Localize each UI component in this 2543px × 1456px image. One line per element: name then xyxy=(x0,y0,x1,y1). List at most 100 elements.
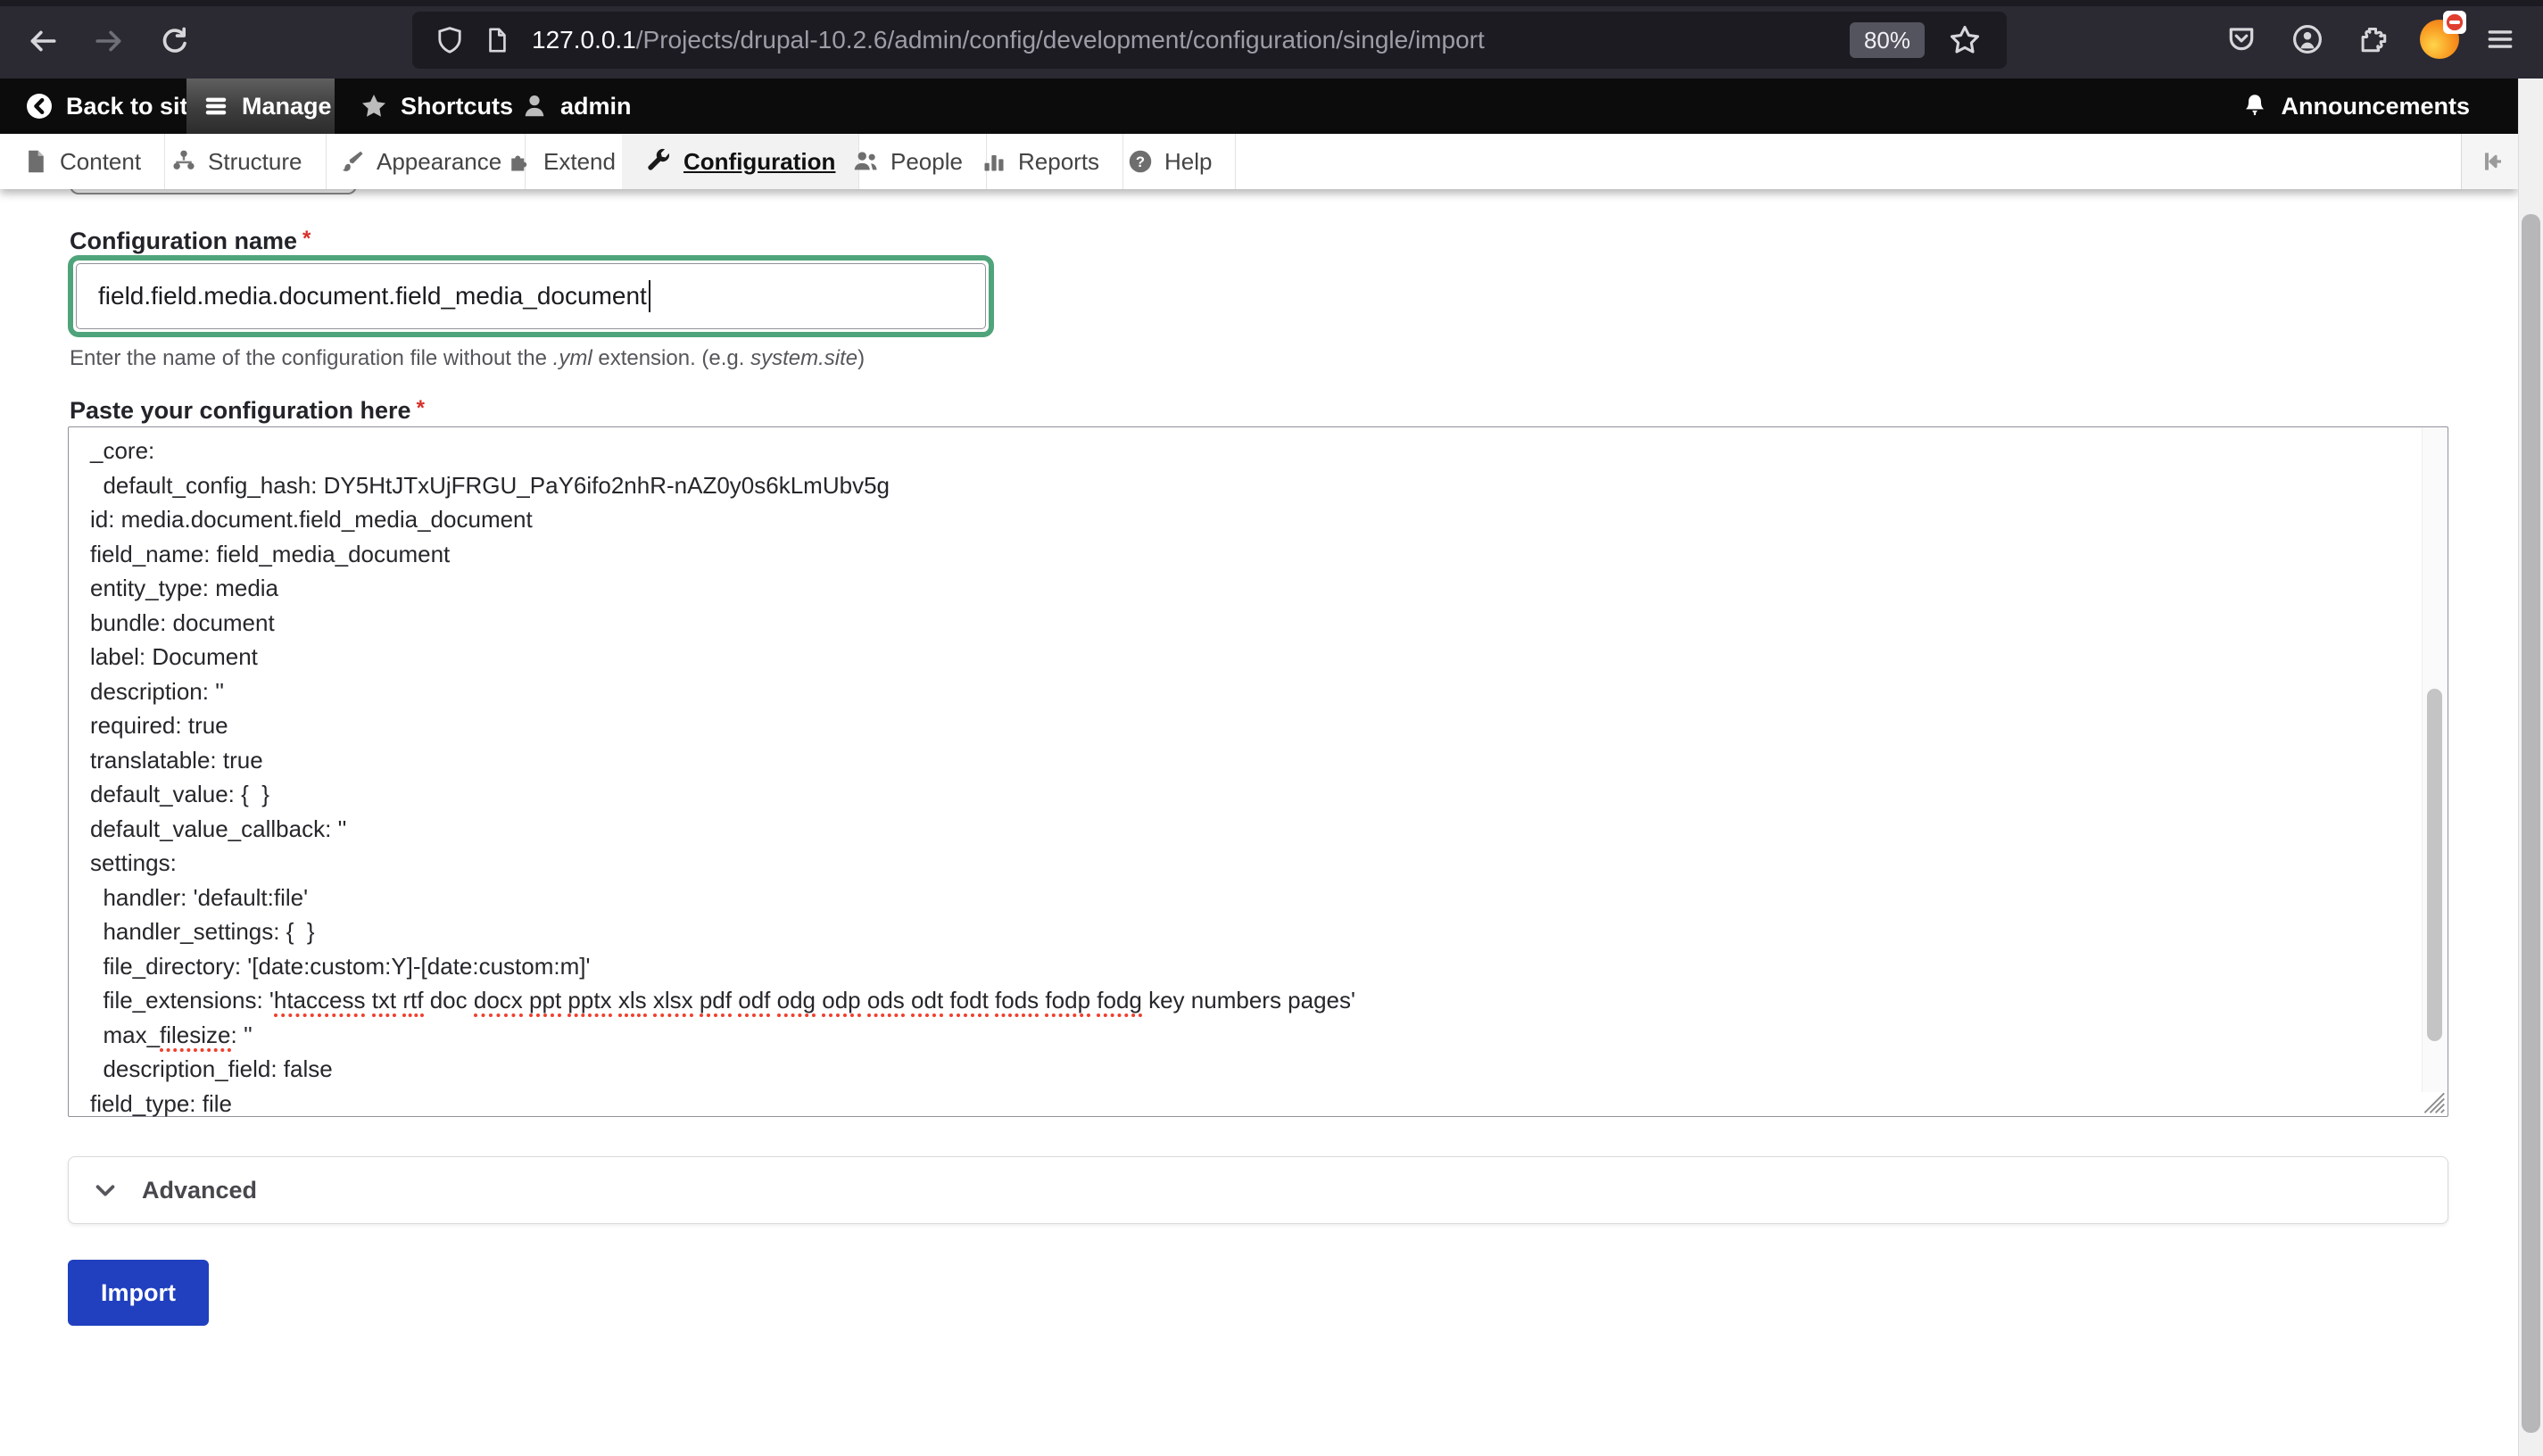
content-file-icon xyxy=(23,149,48,174)
misspelled-word: filesize xyxy=(160,1022,230,1052)
extensions-puzzle-icon[interactable] xyxy=(2347,12,2400,66)
required-asterisk: * xyxy=(302,227,311,251)
yaml-line: handler_settings: { } xyxy=(90,914,1355,949)
menu-item-configuration[interactable]: Configuration xyxy=(622,134,859,189)
menu-label: Structure xyxy=(208,148,302,176)
window-scrollbar-track[interactable] xyxy=(2518,79,2543,1456)
appearance-brush-icon xyxy=(340,149,365,174)
menu-label: Reports xyxy=(1018,148,1099,176)
account-icon[interactable] xyxy=(2281,12,2334,66)
chevron-down-icon xyxy=(92,1177,119,1204)
required-asterisk: * xyxy=(417,396,425,420)
menu-item-content[interactable]: Content xyxy=(0,134,165,189)
bookmark-star-icon[interactable] xyxy=(1948,23,1982,62)
toolbar-item-manage[interactable]: Manage xyxy=(186,79,335,134)
user-icon xyxy=(521,93,548,120)
misspelled-word: odf xyxy=(738,987,770,1017)
menu-item-help[interactable]: ? Help xyxy=(1105,134,1236,189)
yaml-line: label: Document xyxy=(90,640,1355,674)
announcements-label: Announcements xyxy=(2281,93,2470,120)
zoom-level-badge[interactable]: 80% xyxy=(1850,22,1925,58)
yaml-line: file_extensions: 'htaccess txt rtf doc d… xyxy=(90,983,1355,1018)
yaml-line: settings: xyxy=(90,846,1355,881)
window-scrollbar-thumb[interactable] xyxy=(2522,214,2540,1433)
url-text: 127.0.0.1/Projects/drupal-10.2.6/admin/c… xyxy=(532,26,1485,54)
menu-label: Help xyxy=(1164,148,1212,176)
admin-menu-bar: Content Structure Appearance Extend Conf… xyxy=(0,134,2518,189)
configuration-name-input[interactable]: field.field.media.document.field_media_d… xyxy=(68,255,994,337)
structure-icon xyxy=(171,149,196,174)
import-configuration-form: Configuration name* field.field.media.do… xyxy=(0,189,2518,1456)
drupal-admin-toolbar: Back to site Manage Shortcuts admin Anno… xyxy=(0,79,2518,134)
misspelled-word: fodg xyxy=(1097,987,1142,1017)
menu-hamburger-icon[interactable] xyxy=(2473,12,2527,66)
back-to-site-icon xyxy=(25,92,54,120)
misspelled-word: odp xyxy=(822,987,860,1017)
misspelled-word: odg xyxy=(777,987,816,1017)
import-button[interactable]: Import xyxy=(68,1260,209,1326)
toolbar-item-announcements[interactable]: Announcements xyxy=(2225,79,2486,134)
toolbar-collapse-button[interactable] xyxy=(2461,134,2518,189)
menu-item-structure[interactable]: Structure xyxy=(148,134,327,189)
adblock-extension-icon[interactable] xyxy=(2420,20,2459,59)
misspelled-word: docx xyxy=(474,987,523,1017)
yaml-line: _core: xyxy=(90,434,1355,468)
yaml-line: field_type: file xyxy=(90,1087,1355,1121)
menu-item-reports[interactable]: Reports xyxy=(958,134,1123,189)
text-caret xyxy=(649,280,650,312)
yaml-line: file_directory: '[date:custom:Y]-[date:c… xyxy=(90,949,1355,984)
menu-item-extend[interactable]: Extend xyxy=(484,134,640,189)
forward-arrow-icon xyxy=(94,26,124,56)
misspelled-word: pdf xyxy=(700,987,732,1017)
help-icon: ? xyxy=(1128,149,1153,174)
shortcuts-star-icon xyxy=(360,92,388,120)
back-to-site-label: Back to site xyxy=(66,93,202,120)
yaml-line: translatable: true xyxy=(90,743,1355,778)
people-icon xyxy=(852,148,879,175)
back-arrow-icon xyxy=(28,26,58,56)
misspelled-word: txt xyxy=(372,987,396,1017)
configuration-name-description: Enter the name of the configuration file… xyxy=(70,346,865,371)
menu-label: People xyxy=(890,148,963,176)
misspelled-word: xlsx xyxy=(653,987,693,1017)
collapse-left-icon xyxy=(2476,147,2505,176)
bell-icon xyxy=(2241,93,2268,120)
yaml-line: description_field: false xyxy=(90,1052,1355,1087)
configuration-yaml-textarea[interactable]: _core: default_config_hash: DY5HtJTxUjFR… xyxy=(68,426,2448,1117)
extension-disabled-badge xyxy=(2443,11,2466,34)
toolbar-item-shortcuts[interactable]: Shortcuts xyxy=(344,79,529,134)
page-info-icon[interactable] xyxy=(484,27,510,54)
configuration-name-label: Configuration name* xyxy=(70,227,311,255)
yaml-line: handler: 'default:file' xyxy=(90,881,1355,915)
yaml-line: default_value: { } xyxy=(90,777,1355,812)
yaml-line: bundle: document xyxy=(90,606,1355,641)
misspelled-word: fodt xyxy=(949,987,988,1017)
forward-button[interactable] xyxy=(84,16,134,66)
textarea-scrollbar-thumb[interactable] xyxy=(2427,689,2442,1041)
misspelled-word: odt xyxy=(911,987,943,1017)
yaml-line: description: '' xyxy=(90,674,1355,709)
misspelled-word: ods xyxy=(867,987,905,1017)
menu-label: Content xyxy=(60,148,141,176)
back-button[interactable] xyxy=(18,16,68,66)
pocket-icon[interactable] xyxy=(2215,12,2268,66)
textarea-resize-grip[interactable] xyxy=(2421,1089,2446,1114)
reload-button[interactable] xyxy=(150,16,200,66)
yaml-line: required: true xyxy=(90,708,1355,743)
manage-label: Manage xyxy=(242,93,332,120)
svg-text:?: ? xyxy=(1136,153,1145,170)
manage-hamburger-icon xyxy=(203,93,229,120)
advanced-details-toggle[interactable]: Advanced xyxy=(68,1156,2448,1224)
shield-icon[interactable] xyxy=(435,26,464,54)
yaml-content: _core: default_config_hash: DY5HtJTxUjFR… xyxy=(90,434,1355,1121)
yaml-line: id: media.document.field_media_document xyxy=(90,502,1355,537)
misspelled-word: xls xyxy=(618,987,647,1017)
yaml-line: default_config_hash: DY5HtJTxUjFRGU_PaY6… xyxy=(90,468,1355,503)
url-bar[interactable]: 127.0.0.1/Projects/drupal-10.2.6/admin/c… xyxy=(412,12,2007,69)
textarea-scrollbar-track[interactable] xyxy=(2422,428,2447,1092)
toolbar-item-user[interactable]: admin xyxy=(505,79,648,134)
configuration-name-value: field.field.media.document.field_media_d… xyxy=(98,282,647,310)
browser-tab-strip xyxy=(0,0,2543,6)
menu-label: Configuration xyxy=(683,148,835,176)
reload-icon xyxy=(160,26,190,56)
